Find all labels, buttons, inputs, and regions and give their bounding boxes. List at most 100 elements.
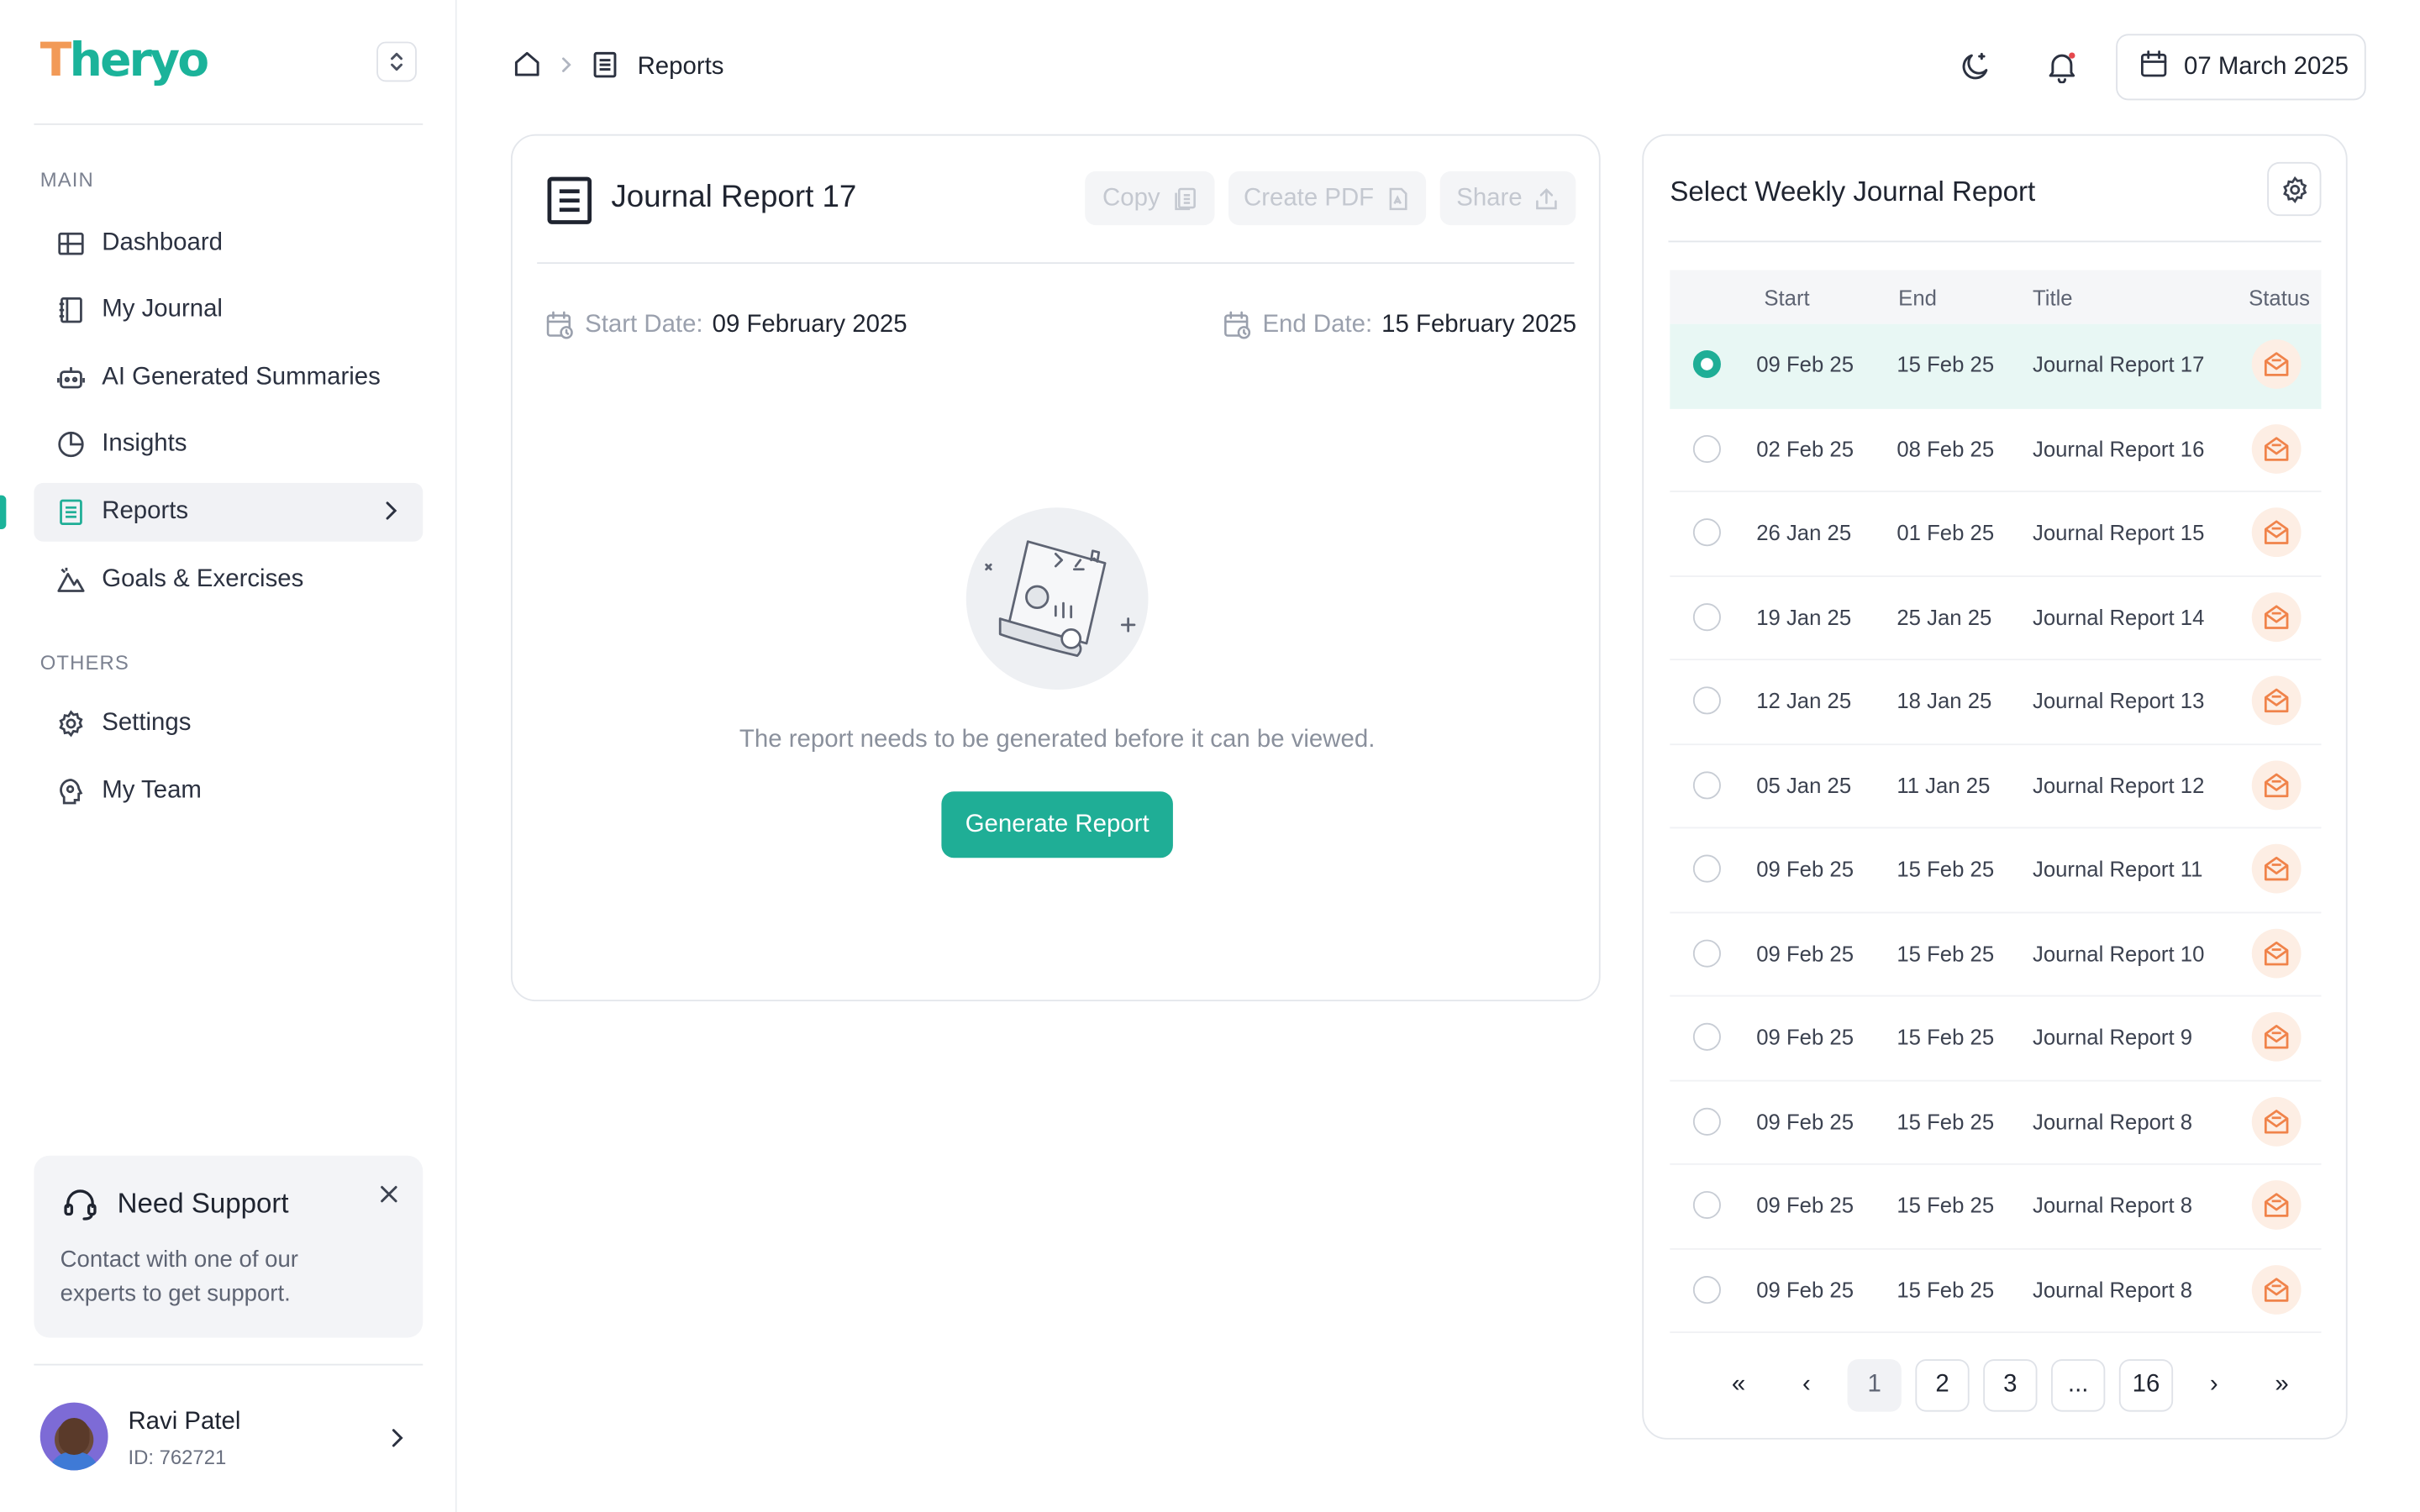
table-row[interactable]: 09 Feb 25 15 Feb 25 Journal Report 8 xyxy=(1670,1081,2322,1165)
table-row[interactable]: 09 Feb 25 15 Feb 25 Journal Report 10 xyxy=(1670,912,2322,997)
close-icon[interactable] xyxy=(380,1184,398,1211)
report-icon xyxy=(591,50,618,86)
create-pdf-button[interactable]: Create PDF xyxy=(1228,171,1427,226)
chevron-right-icon xyxy=(389,1427,404,1457)
row-end-date: 15 Feb 25 xyxy=(1897,1024,1995,1049)
select-radio[interactable] xyxy=(1692,349,1721,378)
row-end-date: 15 Feb 25 xyxy=(1897,940,1995,965)
last-page-button[interactable]: » xyxy=(2254,1359,2308,1411)
team-icon xyxy=(55,776,87,807)
date-picker-button[interactable]: 07 March 2025 xyxy=(2116,34,2366,101)
mail-open-icon[interactable] xyxy=(2251,1095,2302,1146)
chevron-right-icon xyxy=(383,500,398,529)
table-row[interactable]: 05 Jan 25 11 Jan 25 Journal Report 12 xyxy=(1670,744,2322,829)
workspace-switcher-button[interactable] xyxy=(376,41,417,82)
select-radio[interactable] xyxy=(1692,854,1721,883)
select-radio[interactable] xyxy=(1692,1190,1721,1220)
table-row[interactable]: 19 Jan 25 25 Jan 25 Journal Report 14 xyxy=(1670,576,2322,661)
row-title: Journal Report 8 xyxy=(2032,1192,2193,1218)
calendar-clock-icon xyxy=(546,311,573,339)
select-radio[interactable] xyxy=(1692,434,1721,463)
row-start-date: 09 Feb 25 xyxy=(1756,856,1854,881)
sidebar-divider xyxy=(34,1363,424,1366)
row-title: Journal Report 10 xyxy=(2032,940,2205,965)
app-logo[interactable]: Theryo xyxy=(40,34,209,87)
select-radio[interactable] xyxy=(1692,602,1721,631)
select-radio[interactable] xyxy=(1692,1106,1721,1135)
page-button-2[interactable]: 2 xyxy=(1915,1359,1970,1412)
mail-open-icon[interactable] xyxy=(2251,1264,2302,1314)
start-date: Start Date: 09 February 2025 xyxy=(544,310,908,341)
sidebar-item-settings[interactable]: Settings xyxy=(34,695,423,753)
user-id: ID: 762721 xyxy=(128,1446,227,1469)
table-header: Start End Title Status xyxy=(1670,270,2322,324)
mail-open-icon[interactable] xyxy=(2251,843,2302,894)
list-settings-button[interactable] xyxy=(2267,161,2322,217)
mail-open-icon[interactable] xyxy=(2251,1011,2302,1062)
table-row[interactable]: 09 Feb 25 15 Feb 25 Journal Report 8 xyxy=(1670,1165,2322,1249)
table-row[interactable]: 09 Feb 25 15 Feb 25 Journal Report 17 xyxy=(1670,323,2322,408)
robot-icon xyxy=(55,363,87,394)
row-title: Journal Report 11 xyxy=(2032,856,2203,881)
select-radio[interactable] xyxy=(1692,1275,1721,1304)
mail-open-icon[interactable] xyxy=(2251,759,2302,810)
page-button-3[interactable]: 3 xyxy=(1983,1359,2038,1412)
sidebar-item-my-team[interactable]: My Team xyxy=(34,762,423,821)
select-radio[interactable] xyxy=(1692,770,1721,799)
sidebar-item-goals[interactable]: Goals & Exercises xyxy=(34,551,423,610)
select-radio[interactable] xyxy=(1692,686,1721,715)
dark-mode-toggle[interactable] xyxy=(1957,48,1994,85)
share-button[interactable]: Share xyxy=(1439,171,1576,226)
row-start-date: 12 Jan 25 xyxy=(1756,688,1852,713)
row-start-date: 09 Feb 25 xyxy=(1756,1192,1854,1218)
sidebar-item-my-journal[interactable]: My Journal xyxy=(34,281,423,339)
row-end-date: 25 Jan 25 xyxy=(1897,604,1992,629)
mail-open-icon[interactable] xyxy=(2251,1180,2302,1230)
mail-open-icon[interactable] xyxy=(2251,591,2302,642)
row-end-date: 15 Feb 25 xyxy=(1897,351,1995,377)
share-label: Share xyxy=(1456,184,1523,211)
page-button-1[interactable]: 1 xyxy=(1847,1359,1902,1412)
prev-page-button[interactable]: ‹ xyxy=(1780,1359,1833,1411)
mail-open-icon[interactable] xyxy=(2251,339,2302,389)
table-row[interactable]: 09 Feb 25 15 Feb 25 Journal Report 11 xyxy=(1670,828,2322,913)
report-title: Journal Report 17 xyxy=(611,180,857,215)
sidebar-item-reports[interactable]: Reports xyxy=(34,482,424,542)
start-date-value: 09 February 2025 xyxy=(712,312,908,339)
table-row[interactable]: 09 Feb 25 15 Feb 25 Journal Report 9 xyxy=(1670,997,2322,1081)
copy-button[interactable]: Copy xyxy=(1085,171,1215,226)
mail-open-icon[interactable] xyxy=(2251,927,2302,978)
table-row[interactable]: 26 Jan 25 01 Feb 25 Journal Report 15 xyxy=(1670,492,2322,577)
table-row[interactable]: 09 Feb 25 15 Feb 25 Journal Report 8 xyxy=(1670,1249,2322,1333)
table-row[interactable]: 02 Feb 25 08 Feb 25 Journal Report 16 xyxy=(1670,408,2322,492)
chevron-up-down-icon xyxy=(391,52,403,71)
first-page-button[interactable]: « xyxy=(1712,1359,1765,1411)
user-profile[interactable]: Ravi Patel ID: 762721 xyxy=(39,1402,424,1473)
sidebar-divider xyxy=(34,123,424,125)
mail-open-icon[interactable] xyxy=(2251,423,2302,473)
next-page-button[interactable]: › xyxy=(2187,1359,2241,1411)
active-indicator xyxy=(0,495,7,529)
select-radio[interactable] xyxy=(1692,938,1721,967)
notebook-icon xyxy=(55,295,87,326)
table-row[interactable]: 12 Jan 25 18 Jan 25 Journal Report 13 xyxy=(1670,660,2322,745)
page-ellipsis[interactable]: ... xyxy=(2051,1359,2106,1412)
column-end: End xyxy=(1898,285,1937,311)
mail-open-icon[interactable] xyxy=(2251,507,2302,558)
select-radio[interactable] xyxy=(1692,518,1721,547)
select-radio[interactable] xyxy=(1692,1022,1721,1051)
calendar-clock-icon xyxy=(1224,311,1251,339)
generate-report-button[interactable]: Generate Report xyxy=(941,791,1173,858)
end-date: End Date: 15 February 2025 xyxy=(1223,310,1576,341)
breadcrumb-current[interactable]: Reports xyxy=(638,54,724,81)
mail-open-icon[interactable] xyxy=(2251,675,2302,726)
bell-icon xyxy=(2049,52,2075,84)
notifications-button[interactable] xyxy=(2044,48,2081,85)
sidebar-item-dashboard[interactable]: Dashboard xyxy=(34,214,423,273)
home-icon[interactable] xyxy=(513,50,542,87)
page-button-16[interactable]: 16 xyxy=(2118,1359,2174,1412)
sidebar-item-insights[interactable]: Insights xyxy=(34,415,423,474)
pie-chart-icon xyxy=(55,429,87,460)
copy-label: Copy xyxy=(1102,184,1160,211)
sidebar-item-ai-summaries[interactable]: AI Generated Summaries xyxy=(34,349,423,407)
